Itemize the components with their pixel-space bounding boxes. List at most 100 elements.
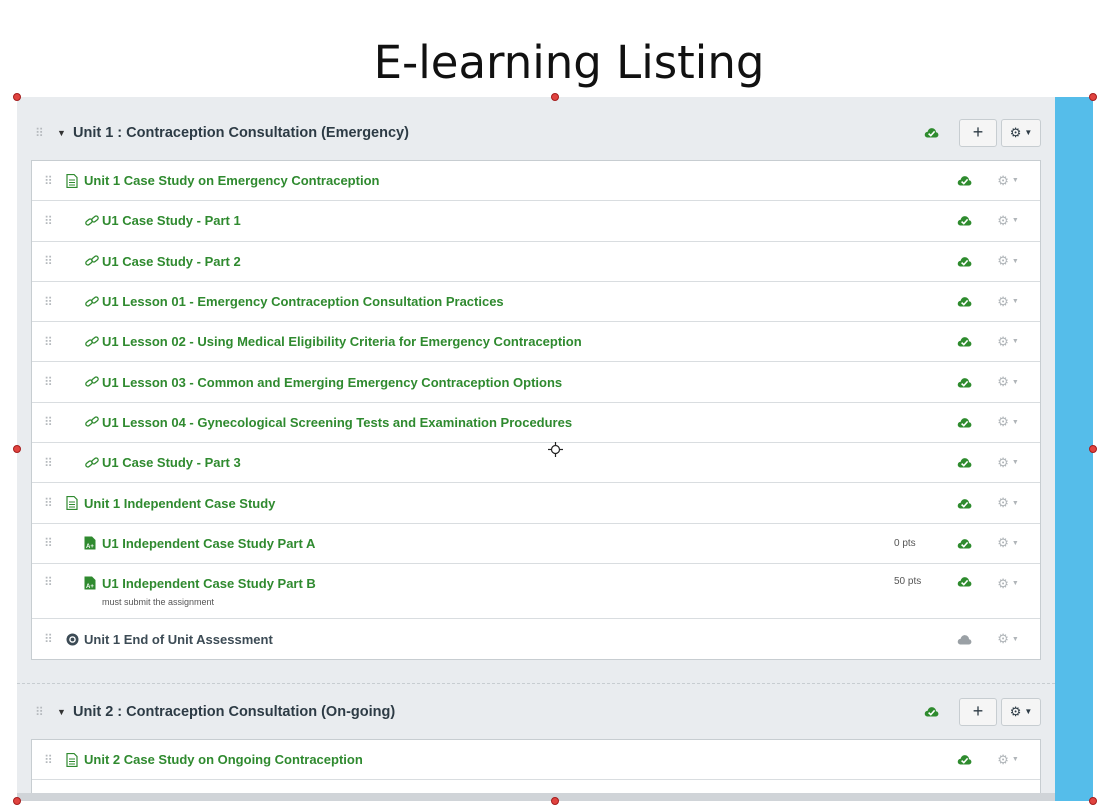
module-item[interactable]: ⠿ Unit 1 Independent Case Study ⚙ ▼ <box>32 483 1040 524</box>
published-cloud-icon[interactable] <box>924 127 939 138</box>
link-icon <box>84 214 102 228</box>
published-cloud-icon[interactable] <box>940 457 988 468</box>
horizontal-scrollbar[interactable] <box>17 793 1055 801</box>
drag-handle-icon[interactable]: ⠿ <box>44 754 66 766</box>
item-title-link[interactable]: U1 Lesson 03 - Common and Emerging Emerg… <box>102 375 562 390</box>
published-cloud-icon[interactable] <box>940 417 988 428</box>
item-settings-button[interactable]: ⚙▼ <box>988 414 1028 430</box>
page-title: E-learning Listing <box>373 36 765 89</box>
add-item-button[interactable]: + <box>959 697 997 726</box>
resize-handle[interactable] <box>13 797 21 805</box>
module-item[interactable]: ⠿ U1 Lesson 02 - Using Medical Eligibilit… <box>32 322 1040 363</box>
resize-handle[interactable] <box>1089 93 1097 101</box>
item-title-link[interactable]: U1 Lesson 01 - Emergency Contraception C… <box>102 294 504 309</box>
published-cloud-icon[interactable] <box>940 498 988 509</box>
caret-down-icon: ▼ <box>1011 539 1019 547</box>
item-settings-button[interactable]: ⚙▼ <box>988 631 1028 647</box>
module-item[interactable]: ⠿ Unit 2 Case Study on Ongoing Contracept… <box>32 740 1040 781</box>
item-title-link[interactable]: U1 Lesson 04 - Gynecological Screening T… <box>102 415 572 430</box>
module-item[interactable]: ⠿ U1 Case Study - Part 1 ⚙ ▼ <box>32 201 1040 242</box>
link-icon <box>84 335 102 349</box>
drag-handle-icon[interactable]: ⠿ <box>44 633 66 645</box>
item-settings-button[interactable]: ⚙▼ <box>988 495 1028 511</box>
module-item[interactable]: ⠿ Unit 1 End of Unit Assessment ⚙ ▼ <box>32 619 1040 659</box>
page-icon <box>66 496 84 511</box>
module-item[interactable]: ⠿ A+ U1 Independent Case Study Part B must … <box>32 564 1040 619</box>
item-points: 50 pts <box>894 575 922 587</box>
item-title-link[interactable]: U1 Independent Case Study Part B <box>102 576 316 591</box>
published-cloud-icon[interactable] <box>940 377 988 388</box>
resize-handle[interactable] <box>1089 797 1097 805</box>
drag-handle-icon[interactable]: ⠿ <box>44 416 66 428</box>
published-cloud-icon[interactable] <box>940 215 988 226</box>
resize-handle[interactable] <box>1089 445 1097 453</box>
item-title-link[interactable]: Unit 1 End of Unit Assessment <box>84 632 273 647</box>
published-cloud-icon[interactable] <box>940 538 988 549</box>
module-item[interactable]: ⠿ U1 Lesson 03 - Common and Emerging Emer… <box>32 362 1040 403</box>
resize-handle[interactable] <box>551 797 559 805</box>
module-item[interactable]: ⠿ U1 Lesson 04 - Gynecological Screening … <box>32 403 1040 444</box>
drag-handle-icon[interactable]: ⠿ <box>44 175 66 187</box>
drag-handle-icon[interactable]: ⠿ <box>44 255 66 267</box>
drag-handle-icon[interactable]: ⠿ <box>44 296 66 308</box>
gear-icon: ⚙ <box>997 212 1009 228</box>
published-cloud-icon[interactable] <box>940 296 988 307</box>
module-item[interactable]: ⠿ U1 Lesson 01 - Emergency Contraception … <box>32 282 1040 323</box>
resize-handle[interactable] <box>13 93 21 101</box>
drag-handle-icon[interactable]: ⠿ <box>44 376 66 388</box>
item-title-link[interactable]: U1 Case Study - Part 3 <box>102 455 241 470</box>
drag-handle-icon[interactable]: ⠿ <box>44 497 66 509</box>
drag-handle-icon[interactable]: ⠿ <box>35 706 49 718</box>
gear-icon: ⚙ <box>997 172 1009 188</box>
drag-handle-icon[interactable]: ⠿ <box>44 336 66 348</box>
item-title-link[interactable]: U1 Independent Case Study Part A <box>102 536 315 551</box>
item-settings-button[interactable]: ⚙▼ <box>988 576 1028 592</box>
item-settings-button[interactable]: ⚙▼ <box>988 213 1028 229</box>
item-title-link[interactable]: U1 Lesson 02 - Using Medical Eligibility… <box>102 334 582 349</box>
resize-handle[interactable] <box>13 445 21 453</box>
drag-handle-icon[interactable]: ⠿ <box>44 457 66 469</box>
published-cloud-icon[interactable] <box>924 706 939 717</box>
item-settings-button[interactable]: ⚙▼ <box>988 173 1028 189</box>
item-settings-button[interactable]: ⚙▼ <box>988 374 1028 390</box>
published-cloud-icon[interactable] <box>940 754 988 765</box>
item-settings-button[interactable]: ⚙▼ <box>988 334 1028 350</box>
gear-icon: ⚙ <box>997 535 1009 551</box>
drag-handle-icon[interactable]: ⠿ <box>44 537 66 549</box>
item-title-link[interactable]: U1 Case Study - Part 2 <box>102 254 241 269</box>
link-icon <box>84 375 102 389</box>
gear-icon: ⚙ <box>997 631 1009 647</box>
caret-down-icon: ▼ <box>1011 257 1019 265</box>
item-settings-button[interactable]: ⚙▼ <box>988 294 1028 310</box>
add-item-button[interactable]: + <box>959 118 997 147</box>
resize-handle[interactable] <box>551 93 559 101</box>
published-cloud-icon[interactable] <box>940 336 988 347</box>
module-item[interactable]: ⠿ U1 Case Study - Part 3 ⚙ ▼ <box>32 443 1040 484</box>
caret-down-icon[interactable]: ▼ <box>57 707 69 717</box>
published-cloud-icon[interactable] <box>940 256 988 267</box>
module-settings-button[interactable]: ⚙ ▼ <box>1001 118 1041 147</box>
item-settings-button[interactable]: ⚙▼ <box>988 535 1028 551</box>
caret-down-icon[interactable]: ▼ <box>57 128 69 138</box>
published-cloud-icon[interactable] <box>940 576 988 587</box>
caret-down-icon: ▼ <box>1011 177 1019 185</box>
module-item[interactable]: ⠿ A+ U1 Independent Case Study Part A 0 pts… <box>32 524 1040 564</box>
module-header[interactable]: ⠿ ▼ Unit 1 : Contraception Consultation … <box>17 105 1055 160</box>
item-settings-button[interactable]: ⚙▼ <box>988 253 1028 269</box>
published-cloud-icon[interactable] <box>940 175 988 186</box>
unpublished-cloud-icon[interactable] <box>940 634 988 645</box>
drag-handle-icon[interactable]: ⠿ <box>35 127 49 139</box>
item-title-link[interactable]: U1 Case Study - Part 1 <box>102 213 241 228</box>
module-item[interactable]: ⠿ Unit 1 Case Study on Emergency Contrace… <box>32 161 1040 202</box>
caret-down-icon: ▼ <box>1011 418 1019 426</box>
item-settings-button[interactable]: ⚙▼ <box>988 752 1028 768</box>
drag-handle-icon[interactable]: ⠿ <box>44 215 66 227</box>
module-header[interactable]: ⠿ ▼ Unit 2 : Contraception Consultation … <box>17 684 1055 739</box>
module-settings-button[interactable]: ⚙ ▼ <box>1001 697 1041 726</box>
drag-handle-icon[interactable]: ⠿ <box>44 576 66 588</box>
item-title-link[interactable]: Unit 1 Independent Case Study <box>84 496 275 511</box>
item-settings-button[interactable]: ⚙▼ <box>988 455 1028 471</box>
item-title-link[interactable]: Unit 2 Case Study on Ongoing Contracepti… <box>84 752 363 767</box>
module-item[interactable]: ⠿ U1 Case Study - Part 2 ⚙ ▼ <box>32 242 1040 282</box>
item-title-link[interactable]: Unit 1 Case Study on Emergency Contracep… <box>84 173 379 188</box>
